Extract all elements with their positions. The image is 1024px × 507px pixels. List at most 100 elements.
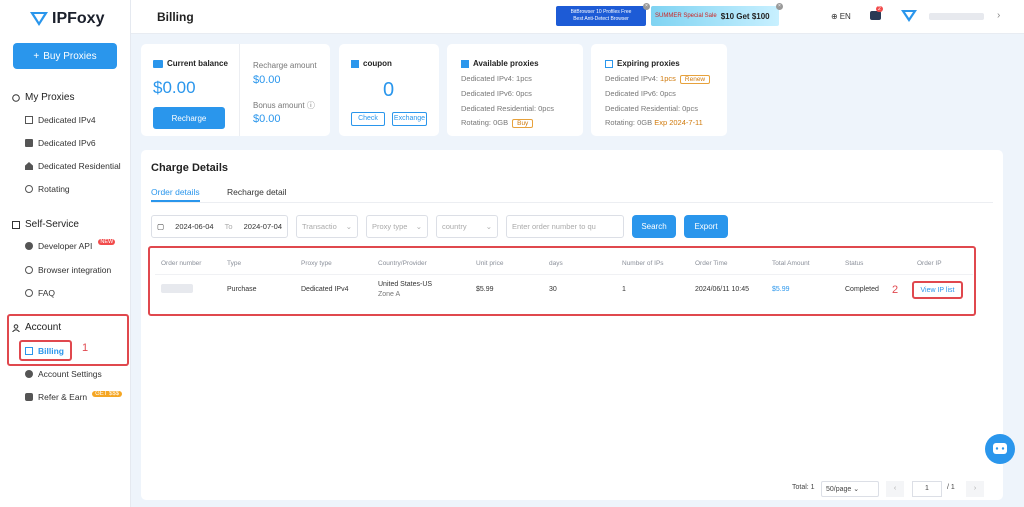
available-proxies-title: Available proxies	[461, 59, 539, 68]
help-icon	[25, 289, 33, 297]
chevron-down-icon: ⌄	[415, 222, 422, 231]
sidebar-item-browser-integration[interactable]: Browser integration	[25, 265, 111, 275]
transaction-select[interactable]: Transactio ⌄	[296, 215, 358, 238]
bonus-amount-value: $0.00	[253, 113, 281, 125]
page-title: Billing	[157, 10, 194, 24]
sidebar-item-faq[interactable]: FAQ	[25, 288, 55, 298]
tab-order-details[interactable]: Order details	[151, 187, 200, 202]
charge-details-title: Charge Details	[151, 162, 229, 174]
close-icon[interactable]: ×	[643, 3, 650, 10]
check-button[interactable]: Check	[351, 112, 385, 126]
sidebar-item-dedicated-ipv4[interactable]: Dedicated IPv4	[25, 115, 96, 125]
tab-recharge-detail[interactable]: Recharge detail	[227, 187, 287, 197]
buy-button[interactable]: Buy	[512, 119, 534, 128]
chevron-right-icon[interactable]: ›	[997, 10, 1000, 21]
chat-icon	[993, 443, 1007, 454]
tools-icon	[12, 220, 20, 229]
export-button[interactable]: Export	[684, 215, 728, 238]
col-days: days	[549, 260, 563, 267]
col-number-of-ips: Number of IPs	[622, 260, 664, 267]
col-order-time: Order Time	[695, 260, 728, 267]
available-ipv4: Dedicated IPv4: 1pcs	[461, 74, 532, 83]
order-number-input[interactable]: Enter order number to qu	[506, 215, 624, 238]
current-balance-value: $0.00	[153, 78, 196, 97]
country-select[interactable]: country ⌄	[436, 215, 498, 238]
layers-icon	[25, 139, 33, 147]
expiring-rotating: Rotating: 0GB Exp 2024-7-11	[605, 118, 703, 127]
tab-divider	[151, 202, 993, 203]
topbar: Billing BitBrowser 10 Profiles Free Best …	[131, 0, 1024, 34]
page-total: / 1	[947, 484, 955, 491]
highlight-box-billing	[19, 340, 72, 361]
coupon-count: 0	[383, 79, 395, 101]
date-range-picker[interactable]: ▢ 2024-06-04 To 2024-07-04	[151, 215, 288, 238]
cell-country: United States-US	[378, 281, 433, 288]
gift-icon	[25, 393, 33, 401]
section-my-proxies[interactable]: My Proxies	[12, 92, 74, 103]
page-input[interactable]: 1	[912, 481, 942, 497]
message-count-badge: 2	[876, 6, 883, 12]
renew-button[interactable]: Renew	[679, 75, 711, 84]
col-total-amount: Total Amount	[772, 260, 810, 267]
recharge-amount-label: Recharge amount	[253, 61, 317, 70]
col-order-ip: Order IP	[917, 260, 942, 267]
search-button[interactable]: Search	[632, 215, 676, 238]
buy-proxies-button[interactable]: + Buy Proxies	[13, 43, 117, 69]
chat-support-button[interactable]	[985, 434, 1015, 464]
cell-order-time: 2024/06/11 10:45	[695, 286, 749, 293]
sidebar-item-rotating[interactable]: Rotating	[25, 184, 70, 194]
message-icon[interactable]	[870, 11, 881, 20]
col-proxy-type: Proxy type	[301, 260, 332, 267]
sidebar-item-account-settings[interactable]: Account Settings	[25, 369, 102, 379]
sidebar-item-dedicated-residential[interactable]: Dedicated Residential	[25, 161, 121, 171]
logo-text: IPFoxy	[52, 10, 105, 27]
expiring-ipv4: Dedicated IPv4: 1pcs Renew	[605, 74, 711, 84]
sidebar-item-dedicated-ipv6[interactable]: Dedicated IPv6	[25, 138, 96, 148]
proxy-type-select[interactable]: Proxy type ⌄	[366, 215, 428, 238]
recharge-button[interactable]: Recharge	[153, 107, 225, 129]
col-unit-price: Unit price	[476, 260, 504, 267]
cell-unit-price: $5.99	[476, 286, 494, 293]
rotate-icon	[25, 185, 33, 193]
username-redacted[interactable]	[929, 13, 984, 20]
page-size-select[interactable]: 50/page ⌄	[821, 481, 879, 497]
sidebar-item-refer-earn[interactable]: Refer & Earn GET $$$	[25, 391, 123, 402]
calendar-icon	[605, 59, 613, 68]
plus-icon: +	[33, 50, 40, 62]
grid-icon	[461, 59, 469, 68]
coupon-title: coupon	[351, 59, 392, 68]
logo[interactable]: IPFoxy	[30, 10, 104, 28]
fox-logo-icon	[30, 12, 48, 26]
chevron-down-icon: ⌄	[485, 222, 492, 231]
ad-banner-summer-sale[interactable]: SUMMER Special Sale $10 Get $100	[651, 6, 779, 26]
col-type: Type	[227, 260, 242, 267]
new-badge: NEW	[98, 239, 116, 245]
pagination-total: Total: 1	[792, 484, 815, 491]
col-order-number: Order number	[161, 260, 202, 267]
expiring-ipv6: Dedicated IPv6: 0pcs	[605, 89, 676, 98]
close-icon[interactable]: ×	[776, 3, 783, 10]
exchange-button[interactable]: Exchange	[392, 112, 427, 126]
ad-banner-bitbrowser[interactable]: BitBrowser 10 Profiles Free Best Anti-Det…	[556, 6, 646, 26]
section-self-service[interactable]: Self-Service	[12, 219, 79, 230]
browser-icon	[25, 266, 33, 274]
current-balance-title: Current balance	[153, 59, 228, 68]
get-money-badge: GET $$$	[92, 391, 123, 397]
cell-type: Purchase	[227, 286, 257, 293]
next-page-button[interactable]: ›	[966, 481, 984, 497]
gear-icon	[25, 370, 33, 378]
sidebar-item-developer-api[interactable]: Developer API NEW	[25, 239, 116, 251]
calendar-icon: ▢	[157, 222, 165, 231]
col-country: Country/Provider	[378, 260, 427, 267]
language-selector[interactable]: ⊕ EN	[831, 12, 851, 21]
info-icon[interactable]: ⓘ	[307, 101, 315, 110]
coupon-icon	[351, 59, 359, 68]
col-status: Status	[845, 260, 864, 267]
view-ip-list-button[interactable]: View IP list	[912, 281, 963, 299]
charge-details-panel: Charge Details Order details Recharge de…	[141, 150, 1003, 500]
avatar[interactable]	[901, 10, 917, 22]
available-proxies-card: Available proxies Dedicated IPv4: 1pcs D…	[447, 44, 583, 136]
globe-icon	[12, 93, 20, 102]
prev-page-button[interactable]: ‹	[886, 481, 904, 497]
coupon-card: coupon 0 Check Exchange	[339, 44, 439, 136]
